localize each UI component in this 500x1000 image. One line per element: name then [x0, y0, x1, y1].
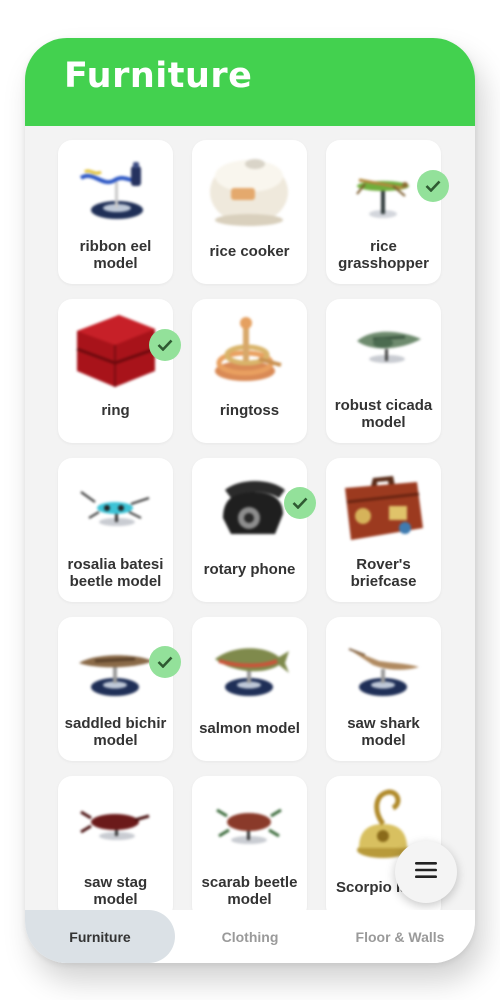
- scarab-beetle-model-icon: [209, 786, 289, 864]
- item-label: rotary phone: [203, 561, 296, 579]
- item-label: rosalia batesi beetle model: [67, 555, 164, 591]
- item-label: salmon model: [199, 720, 300, 738]
- header-bar: Furniture: [25, 38, 475, 126]
- item-card-ring[interactable]: ring: [58, 299, 173, 443]
- item-label: saddled bichir model: [64, 714, 167, 750]
- item-label: rice grasshopper: [338, 237, 429, 273]
- item-grid[interactable]: ribbon eel model rice cooker rice grassh…: [25, 126, 475, 911]
- item-label: rice cooker: [209, 243, 290, 261]
- item-label: ribbon eel model: [79, 237, 152, 273]
- app-window: Furniture ribbon eel model rice cooker r…: [25, 38, 475, 963]
- menu-fab-button[interactable]: [395, 841, 457, 903]
- owned-check-icon: [149, 329, 181, 361]
- item-label: robust cicada model: [334, 396, 433, 432]
- robust-cicada-model-icon: [343, 309, 423, 387]
- page-title: Furniture: [64, 56, 253, 96]
- tab-clothing[interactable]: Clothing: [175, 910, 325, 963]
- item-card-rosalia-batesi-beetle-model[interactable]: rosalia batesi beetle model: [58, 458, 173, 602]
- item-card-ringtoss[interactable]: ringtoss: [192, 299, 307, 443]
- item-label: ring: [101, 402, 130, 420]
- tab-floor-walls[interactable]: Floor & Walls: [325, 910, 475, 963]
- item-card-saw-shark-model[interactable]: saw shark model: [326, 617, 441, 761]
- saddled-bichir-model-icon: [75, 627, 155, 705]
- item-label: ringtoss: [219, 402, 280, 420]
- owned-check-icon: [149, 646, 181, 678]
- item-card-rovers-briefcase[interactable]: Rover's briefcase: [326, 458, 441, 602]
- menu-icon: [415, 861, 437, 884]
- item-card-saw-stag-model[interactable]: saw stag model: [58, 776, 173, 911]
- owned-check-icon: [417, 170, 449, 202]
- item-card-salmon-model[interactable]: salmon model: [192, 617, 307, 761]
- item-card-rice-grasshopper[interactable]: rice grasshopper: [326, 140, 441, 284]
- item-label: saw shark model: [347, 714, 420, 750]
- item-label: scarab beetle model: [201, 873, 298, 909]
- item-card-scarab-beetle-model[interactable]: scarab beetle model: [192, 776, 307, 911]
- rotary-phone-icon: [209, 468, 289, 546]
- tab-furniture[interactable]: Furniture: [25, 910, 175, 963]
- item-card-robust-cicada-model[interactable]: robust cicada model: [326, 299, 441, 443]
- saw-stag-model-icon: [75, 786, 155, 864]
- item-card-rice-cooker[interactable]: rice cooker: [192, 140, 307, 284]
- rice-grasshopper-icon: [343, 150, 423, 228]
- rosalia-batesi-beetle-model-icon: [75, 468, 155, 546]
- briefcase-icon: [343, 468, 423, 546]
- bottom-tab-bar: Furniture Clothing Floor & Walls: [25, 910, 475, 963]
- item-card-ribbon-eel-model[interactable]: ribbon eel model: [58, 140, 173, 284]
- item-label: Rover's briefcase: [350, 555, 417, 591]
- rice-cooker-icon: [209, 150, 289, 228]
- owned-check-icon: [284, 487, 316, 519]
- ringtoss-icon: [209, 309, 289, 387]
- ring-box-icon: [75, 309, 156, 387]
- item-card-saddled-bichir-model[interactable]: saddled bichir model: [58, 617, 173, 761]
- ribbon-eel-model-icon: [75, 150, 155, 228]
- item-label: saw stag model: [83, 873, 148, 909]
- item-card-rotary-phone[interactable]: rotary phone: [192, 458, 307, 602]
- salmon-model-icon: [209, 627, 289, 705]
- saw-shark-model-icon: [343, 627, 423, 705]
